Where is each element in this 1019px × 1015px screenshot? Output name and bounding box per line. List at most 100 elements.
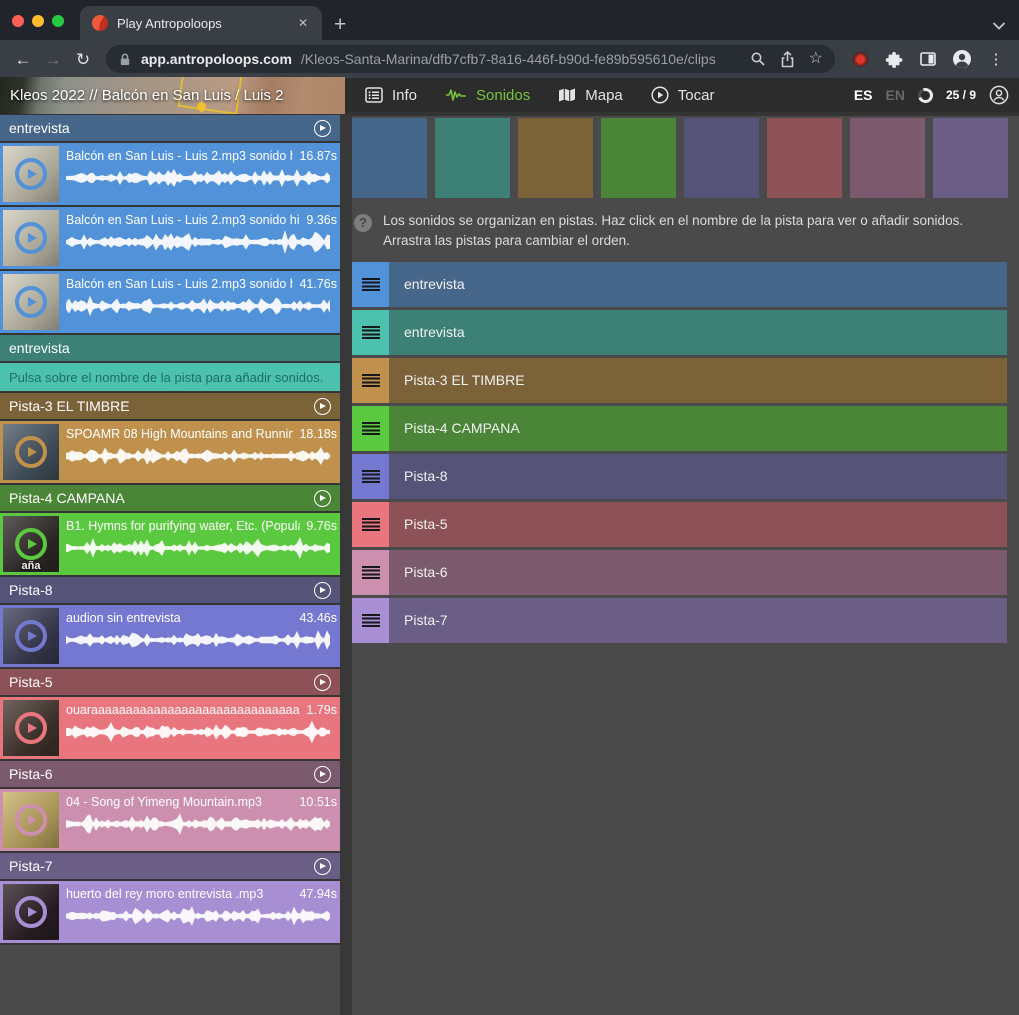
macos-close-button[interactable] — [12, 15, 24, 27]
track-header-pista-6[interactable]: Pista-6 — [0, 761, 340, 787]
clip-item[interactable]: ouaraaaaaaaaaaaaaaaaaaaaaaaaaaaaaaaaaa..… — [0, 697, 340, 759]
clip-duration: 1.79s — [306, 703, 337, 717]
clip-thumbnail[interactable] — [3, 274, 59, 330]
breadcrumb: Kleos 2022 // Balcón en San Luis / Luis … — [10, 87, 284, 104]
bookmark-star-icon[interactable]: ☆ — [809, 51, 823, 67]
track-header-pista-5[interactable]: Pista-5 — [0, 669, 340, 695]
clip-title: Balcón en San Luis - Luis 2.mp3 sonido h… — [66, 213, 300, 227]
track-play-button[interactable] — [314, 120, 331, 137]
drag-handle-icon — [362, 374, 380, 387]
profile-avatar-icon[interactable] — [949, 49, 975, 69]
track-play-button[interactable] — [314, 858, 331, 875]
macos-minimize-button[interactable] — [32, 15, 44, 27]
track-row[interactable]: Pista-5 — [352, 502, 1007, 547]
project-map-banner[interactable]: Kleos 2022 // Balcón en San Luis / Luis … — [0, 77, 345, 114]
drag-handle[interactable] — [352, 550, 389, 595]
clip-item[interactable]: huerto del rey moro entrevista .mp347.94… — [0, 881, 340, 943]
clip-title: B1. Hymns for purifying water, Etc. (Pop… — [66, 519, 300, 533]
new-tab-button[interactable]: + — [334, 14, 346, 35]
tab-search-chevron-icon[interactable] — [993, 22, 1005, 30]
drag-handle[interactable] — [352, 310, 389, 355]
clip-thumbnail[interactable]: aña — [3, 516, 59, 572]
track-color-swatch — [684, 118, 759, 198]
clip-duration: 43.46s — [299, 611, 337, 625]
tab-title: Play Antropoloops — [117, 16, 285, 31]
clip-duration: 10.51s — [299, 795, 337, 809]
clip-thumbnail[interactable] — [3, 884, 59, 940]
track-play-button[interactable] — [314, 582, 331, 599]
track-play-button[interactable] — [314, 766, 331, 783]
track-row[interactable]: entrevista — [352, 310, 1007, 355]
clip-item[interactable]: aña B1. Hymns for purifying water, Etc. … — [0, 513, 340, 575]
track-row[interactable]: Pista-3 EL TIMBRE — [352, 358, 1007, 403]
record-extension-icon[interactable] — [847, 53, 873, 66]
clip-thumbnail[interactable] — [3, 700, 59, 756]
track-header-pista-8[interactable]: Pista-8 — [0, 577, 340, 603]
track-row[interactable]: Pista-4 CAMPANA — [352, 406, 1007, 451]
track-row[interactable]: entrevista — [352, 262, 1007, 307]
track-play-button[interactable] — [314, 398, 331, 415]
clip-thumbnail[interactable] — [3, 792, 59, 848]
nav-tocar[interactable]: Tocar — [651, 86, 715, 104]
drag-handle-icon — [362, 518, 380, 531]
side-panel-icon[interactable] — [915, 50, 941, 68]
clip-item[interactable]: Balcón en San Luis - Luis 2.mp3 sonido h… — [0, 207, 340, 269]
drag-handle[interactable] — [352, 262, 389, 307]
macos-zoom-button[interactable] — [52, 15, 64, 27]
clip-item[interactable]: 04 - Song of Yimeng Mountain.mp310.51s — [0, 789, 340, 851]
clip-play-icon[interactable] — [15, 158, 47, 190]
account-icon[interactable] — [989, 85, 1009, 105]
tab-close-icon[interactable]: ✕ — [294, 14, 312, 32]
browser-tab[interactable]: Play Antropoloops ✕ — [80, 6, 322, 40]
track-color-swatch — [435, 118, 510, 198]
track-play-button[interactable] — [314, 674, 331, 691]
nav-mapa[interactable]: Mapa — [558, 87, 623, 104]
back-button[interactable]: ← — [8, 51, 38, 68]
clip-play-icon[interactable] — [15, 620, 47, 652]
drag-handle[interactable] — [352, 598, 389, 643]
track-header-pista-4[interactable]: Pista-4 CAMPANA — [0, 485, 340, 511]
drag-handle[interactable] — [352, 406, 389, 451]
track-row[interactable]: Pista-6 — [352, 550, 1007, 595]
clip-item[interactable]: Balcón en San Luis - Luis 2.mp3 sonido h… — [0, 143, 340, 205]
clip-play-icon[interactable] — [15, 286, 47, 318]
browser-menu-icon[interactable]: ⋮ — [983, 50, 1009, 68]
forward-button[interactable]: → — [38, 51, 68, 68]
share-icon[interactable] — [780, 51, 795, 68]
track-header-pista-3[interactable]: Pista-3 EL TIMBRE — [0, 393, 340, 419]
track-play-button[interactable] — [314, 490, 331, 507]
lang-es-button[interactable]: ES — [854, 87, 873, 103]
clip-item[interactable]: audion sin entrevista43.46s — [0, 605, 340, 667]
clip-play-icon[interactable] — [15, 222, 47, 254]
track-row[interactable]: Pista-8 — [352, 454, 1007, 499]
track-header-entrevista-1[interactable]: entrevista — [0, 115, 340, 141]
clip-item[interactable]: Balcón en San Luis - Luis 2.mp3 sonido h… — [0, 271, 340, 333]
clip-play-icon[interactable] — [15, 436, 47, 468]
clip-thumbnail-caption: aña — [3, 560, 59, 572]
track-row[interactable]: Pista-7 — [352, 598, 1007, 643]
clip-play-icon[interactable] — [15, 896, 47, 928]
info-list-icon — [365, 87, 383, 103]
drag-handle[interactable] — [352, 502, 389, 547]
extensions-puzzle-icon[interactable] — [881, 50, 907, 68]
clip-thumbnail[interactable] — [3, 424, 59, 480]
drag-handle[interactable] — [352, 454, 389, 499]
lang-en-button[interactable]: EN — [886, 87, 905, 103]
clip-title: huerto del rey moro entrevista .mp3 — [66, 887, 293, 901]
track-header-entrevista-2[interactable]: entrevista — [0, 335, 340, 361]
clip-thumbnail[interactable] — [3, 608, 59, 664]
clip-thumbnail[interactable] — [3, 210, 59, 266]
nav-sonidos[interactable]: Sonidos — [445, 87, 530, 104]
nav-info[interactable]: Info — [365, 87, 417, 104]
clip-thumbnail[interactable] — [3, 146, 59, 202]
drag-handle[interactable] — [352, 358, 389, 403]
address-bar[interactable]: app.antropoloops.com/Kleos-Santa-Marina/… — [106, 45, 835, 73]
reload-button[interactable]: ↻ — [68, 51, 98, 68]
track-header-pista-7[interactable]: Pista-7 — [0, 853, 340, 879]
clip-play-icon[interactable] — [15, 804, 47, 836]
lock-icon[interactable] — [118, 52, 132, 67]
zoom-page-icon[interactable] — [750, 51, 766, 67]
clip-play-icon[interactable] — [15, 528, 47, 560]
clip-item[interactable]: SPOAMR 08 High Mountains and Running ...… — [0, 421, 340, 483]
clip-play-icon[interactable] — [15, 712, 47, 744]
